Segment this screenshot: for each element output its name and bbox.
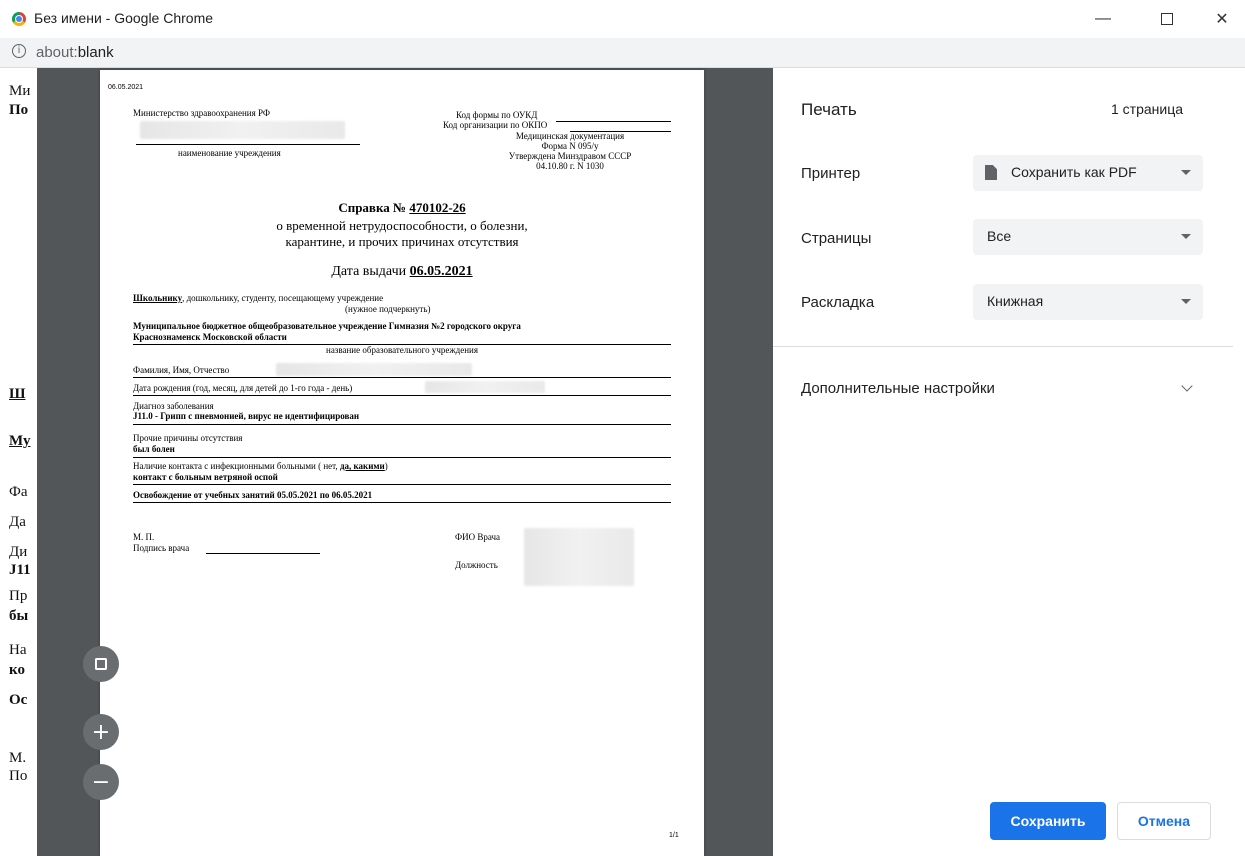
chrome-logo-icon bbox=[12, 12, 26, 26]
pages-value: Все bbox=[987, 228, 1012, 244]
cancel-button[interactable]: Отмена bbox=[1117, 802, 1211, 840]
signature-label: Подпись врача bbox=[133, 543, 190, 553]
rule bbox=[556, 121, 671, 122]
bg-text: На bbox=[9, 642, 27, 658]
preview-page: 06.05.2021 Министерство здравоохранения … bbox=[100, 70, 704, 856]
fio-label: Фамилия, Имя, Отчество bbox=[133, 365, 230, 375]
certificate-title: Справка № 470102-26 bbox=[338, 200, 466, 215]
school-line-2: Краснознаменск Московской области bbox=[133, 332, 287, 342]
bg-text: Пр bbox=[9, 588, 28, 604]
redacted-fio bbox=[276, 363, 472, 376]
bg-text: Ш bbox=[9, 386, 26, 402]
other-label: Прочие причины отсутствия bbox=[133, 433, 243, 443]
rule bbox=[133, 484, 671, 485]
bg-text: По bbox=[9, 102, 29, 118]
bg-text: Ос bbox=[9, 692, 28, 708]
bg-text: J11 bbox=[9, 562, 31, 578]
school-caption: название образовательного учреждения bbox=[326, 345, 478, 355]
approved: Утверждена Минздравом СССР bbox=[508, 151, 632, 161]
more-settings-toggle[interactable]: Дополнительные настройки bbox=[801, 380, 995, 397]
redacted-doctor bbox=[524, 528, 634, 586]
redacted-institution bbox=[140, 121, 345, 139]
pages-select[interactable]: Все bbox=[973, 219, 1203, 255]
stamp-place: М. П. bbox=[133, 532, 155, 542]
contact-label: Наличие контакта с инфекционными больным… bbox=[133, 461, 388, 471]
layout-select[interactable]: Книжная bbox=[973, 284, 1203, 320]
ministry: Министерство здравоохранения РФ bbox=[133, 108, 270, 118]
subtitle-2: карантине, и прочих причинах отсутствия bbox=[285, 234, 519, 249]
print-date: 06.05.2021 bbox=[108, 84, 144, 91]
bg-text: Ди bbox=[9, 544, 28, 560]
zoom-out-button[interactable]: − bbox=[83, 764, 119, 800]
rule bbox=[206, 553, 320, 554]
bg-text: бы bbox=[9, 608, 29, 624]
address-bar: i about:blank bbox=[0, 38, 1245, 68]
bg-text: М. bbox=[9, 750, 27, 766]
url-field[interactable]: about:blank bbox=[36, 44, 114, 61]
chevron-down-icon bbox=[1181, 170, 1191, 175]
printer-select[interactable]: Сохранить как PDF bbox=[973, 155, 1203, 191]
chevron-down-icon[interactable] bbox=[1181, 380, 1193, 392]
page-number: 1/1 bbox=[669, 832, 679, 839]
diagnosis-value: J11.0 - Грипп с пневмонией, вирус не иде… bbox=[133, 411, 360, 421]
recipient: Школьнику, дошкольнику, студенту, посеща… bbox=[133, 293, 384, 303]
save-button[interactable]: Сохранить bbox=[990, 802, 1106, 840]
print-settings-panel: Печать 1 страница Принтер Сохранить как … bbox=[773, 68, 1233, 856]
okud-label: Код формы по ОУКД bbox=[456, 110, 538, 120]
zoom-in-button[interactable]: + bbox=[83, 714, 119, 750]
window-titlebar: Без имени - Google Chrome — ✕ bbox=[0, 0, 1245, 38]
release-note: Освобождение от учебных занятий 05.05.20… bbox=[133, 490, 373, 500]
pages-label: Страницы bbox=[801, 230, 872, 247]
layout-value: Книжная bbox=[987, 293, 1044, 309]
scrollbar[interactable] bbox=[1233, 68, 1245, 856]
info-icon[interactable]: i bbox=[12, 44, 26, 58]
okpo-label: Код организации по ОКПО bbox=[443, 120, 548, 130]
other-value: был болен bbox=[133, 444, 175, 454]
window-title: Без имени - Google Chrome bbox=[34, 10, 214, 26]
bg-text: Ми bbox=[9, 83, 31, 99]
bg-text: Да bbox=[9, 514, 26, 530]
rule bbox=[136, 144, 360, 145]
maximize-icon bbox=[1161, 13, 1173, 25]
institution-caption: наименование учреждения bbox=[178, 148, 281, 158]
rule bbox=[133, 502, 671, 503]
printer-label: Принтер bbox=[801, 165, 861, 182]
document-icon bbox=[985, 165, 997, 180]
rule bbox=[133, 377, 671, 378]
print-preview-area[interactable]: 06.05.2021 Министерство здравоохранения … bbox=[37, 68, 773, 856]
panel-title: Печать bbox=[801, 100, 857, 119]
layout-label: Раскладка bbox=[801, 294, 875, 311]
fit-to-page-icon bbox=[95, 658, 107, 670]
contact-value: контакт с больным ветряной оспой bbox=[133, 472, 278, 482]
divider bbox=[773, 346, 1233, 347]
rule bbox=[133, 457, 671, 458]
printer-value: Сохранить как PDF bbox=[1011, 164, 1137, 180]
redacted-dob bbox=[425, 381, 545, 393]
school-line-1: Муниципальное бюджетное общеобразователь… bbox=[133, 321, 521, 331]
doctor-fio-label: ФИО Врача bbox=[455, 532, 501, 542]
fit-to-page-button[interactable] bbox=[83, 646, 119, 682]
issue-date: Дата выдачи 06.05.2021 bbox=[331, 264, 473, 279]
page-count: 1 страница bbox=[1111, 101, 1184, 117]
chevron-down-icon bbox=[1181, 299, 1191, 304]
maximize-button[interactable] bbox=[1144, 0, 1190, 38]
minimize-button[interactable]: — bbox=[1080, 0, 1126, 38]
rule bbox=[133, 395, 671, 396]
med-doc: Медицинская документация bbox=[515, 131, 625, 141]
close-button[interactable]: ✕ bbox=[1199, 0, 1245, 38]
position-label: Должность bbox=[455, 560, 498, 570]
subtitle-1: о временной нетрудоспособности, о болезн… bbox=[276, 218, 528, 233]
underline-hint: (нужное подчеркнуть) bbox=[345, 304, 431, 314]
form-number: Форма N 095/у bbox=[541, 141, 599, 151]
rule bbox=[133, 424, 671, 425]
bg-text: ко bbox=[9, 662, 25, 678]
bg-text: По bbox=[9, 768, 28, 784]
approved-date: 04.10.80 г. N 1030 bbox=[536, 161, 604, 171]
dob-label: Дата рождения (год, месяц, для детей до … bbox=[133, 383, 353, 393]
diagnosis-label: Диагноз заболевания bbox=[133, 401, 214, 411]
bg-text: Фа bbox=[9, 484, 28, 500]
bg-text: Му bbox=[9, 433, 31, 449]
chevron-down-icon bbox=[1181, 234, 1191, 239]
